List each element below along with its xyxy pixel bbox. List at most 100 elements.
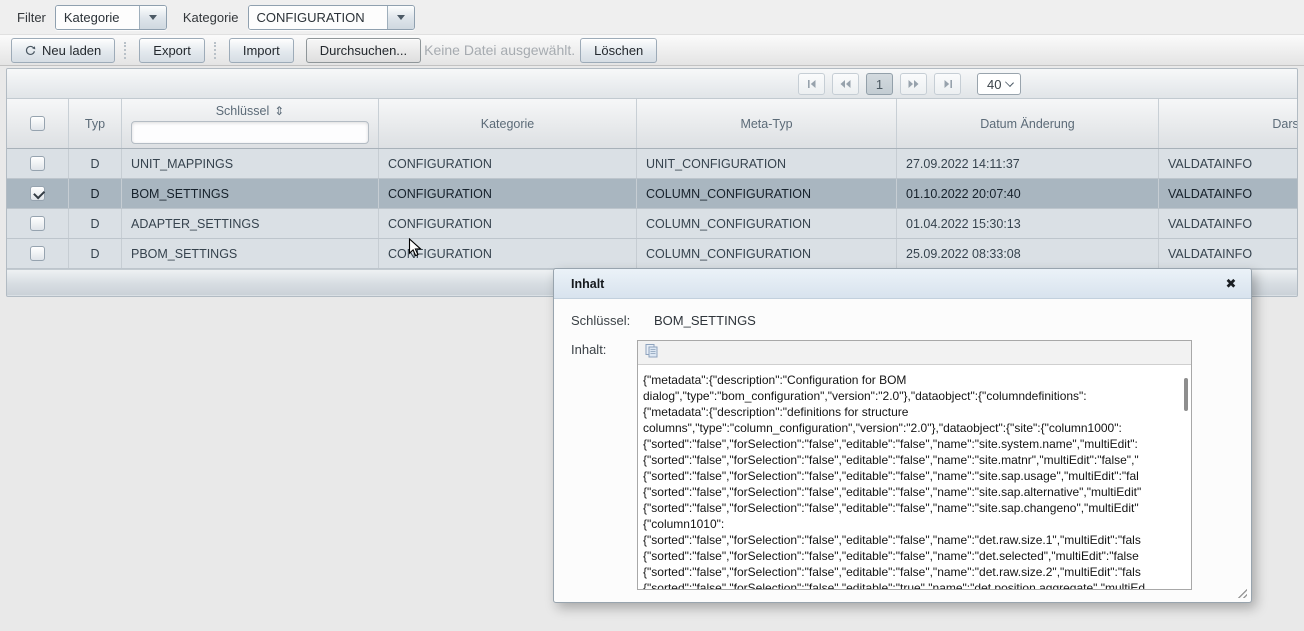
browse-file-button[interactable]: Durchsuchen... [306, 38, 421, 63]
reload-button-label: Neu laden [42, 43, 101, 58]
cell-darstellung: VALDATAINFO [1159, 239, 1298, 268]
row-checkbox-cell [7, 179, 69, 208]
copy-icon[interactable] [644, 343, 659, 363]
row-checkbox-checked[interactable] [30, 186, 45, 201]
category-label: Kategorie [183, 10, 239, 25]
cell-meta-typ: COLUMN_CONFIGURATION [637, 209, 897, 238]
reload-button[interactable]: Neu laden [11, 38, 115, 63]
table-row[interactable]: D PBOM_SETTINGS CONFIGURATION COLUMN_CON… [7, 239, 1297, 269]
content-json-text[interactable]: {"metadata":{"description":"Configuratio… [638, 366, 1183, 589]
row-checkbox[interactable] [30, 216, 45, 231]
current-page-button[interactable]: 1 [866, 73, 893, 95]
cell-meta-typ: UNIT_CONFIGURATION [637, 149, 897, 178]
row-checkbox[interactable] [30, 246, 45, 261]
dialog-key-row: Schlüssel: BOM_SETTINGS [571, 313, 756, 328]
page-size-select[interactable]: 40 [977, 73, 1021, 95]
dropdown-arrow-button[interactable] [139, 6, 166, 29]
import-button[interactable]: Import [229, 38, 294, 63]
select-all-checkbox[interactable] [30, 116, 45, 131]
export-button[interactable]: Export [139, 38, 205, 63]
cell-typ: D [69, 239, 122, 268]
cell-kategorie: CONFIGURATION [379, 179, 637, 208]
delete-button-label: Löschen [594, 43, 643, 58]
toolbar-separator [124, 42, 128, 59]
cell-kategorie: CONFIGURATION [379, 149, 637, 178]
dropdown-arrow-button[interactable] [387, 6, 414, 29]
import-button-label: Import [243, 43, 280, 58]
filter-type-dropdown-value: Kategorie [56, 6, 139, 29]
column-header-datum-aenderung[interactable]: Datum Änderung [897, 99, 1159, 148]
browse-button-label: Durchsuchen... [320, 43, 407, 58]
first-page-icon [806, 79, 818, 89]
pager: 1 40 [798, 73, 1021, 95]
no-file-selected-text: Keine Datei ausgewählt. [424, 42, 575, 58]
schluessel-label: Schlüssel: [571, 313, 637, 328]
data-grid-panel: 1 40 Typ Schlüssel [6, 68, 1298, 297]
table-row-selected[interactable]: D BOM_SETTINGS CONFIGURATION COLUMN_CONF… [7, 179, 1297, 209]
content-toolbar [638, 341, 1191, 365]
table-header-row: Typ Schlüssel ⇕ Kategorie Meta-Typ Datum… [7, 99, 1297, 149]
cell-datum-aenderung: 25.09.2022 08:33:08 [897, 239, 1159, 268]
filter-label: Filter [17, 10, 46, 25]
main-toolbar: Neu laden Export Import Durchsuchen... K… [0, 34, 1304, 66]
row-checkbox-cell [7, 239, 69, 268]
category-dropdown[interactable]: CONFIGURATION [248, 5, 415, 30]
schluessel-filter-input[interactable] [131, 121, 369, 144]
pagination-bar: 1 40 [7, 69, 1297, 99]
inhalt-label: Inhalt: [571, 342, 606, 357]
cell-typ: D [69, 149, 122, 178]
last-page-button[interactable] [934, 73, 961, 95]
dialog-titlebar[interactable]: Inhalt ✖ [554, 269, 1251, 299]
chevron-down-icon [1005, 78, 1014, 87]
content-textarea[interactable]: {"metadata":{"description":"Configuratio… [637, 340, 1192, 590]
dialog-resize-grip[interactable] [1236, 587, 1247, 598]
toolbar-separator [214, 42, 218, 59]
cell-darstellung: VALDATAINFO [1159, 209, 1298, 238]
first-page-button[interactable] [798, 73, 825, 95]
cell-darstellung: VALDATAINFO [1159, 149, 1298, 178]
chevron-down-icon [149, 15, 157, 20]
previous-page-icon [839, 79, 852, 89]
page-size-value: 40 [987, 77, 1001, 92]
cell-schluessel: BOM_SETTINGS [122, 179, 379, 208]
column-header-darstellung[interactable]: Darstellung [1159, 99, 1298, 148]
table-row[interactable]: D UNIT_MAPPINGS CONFIGURATION UNIT_CONFI… [7, 149, 1297, 179]
app-window: Filter Kategorie Kategorie CONFIGURATION… [0, 0, 1304, 631]
column-header-schluessel[interactable]: Schlüssel ⇕ [122, 99, 379, 148]
table-row[interactable]: D ADAPTER_SETTINGS CONFIGURATION COLUMN_… [7, 209, 1297, 239]
refresh-icon [25, 45, 36, 56]
column-header-kategorie[interactable]: Kategorie [379, 99, 637, 148]
last-page-icon [942, 79, 954, 89]
cell-typ: D [69, 179, 122, 208]
schluessel-value: BOM_SETTINGS [654, 313, 756, 328]
previous-page-button[interactable] [832, 73, 859, 95]
dialog-title: Inhalt [571, 277, 1223, 291]
cell-meta-typ: COLUMN_CONFIGURATION [637, 179, 897, 208]
cell-schluessel: ADAPTER_SETTINGS [122, 209, 379, 238]
column-header-schluessel-label: Schlüssel [216, 104, 270, 118]
arrow-cursor-icon [408, 238, 426, 258]
row-checkbox-cell [7, 209, 69, 238]
next-page-button[interactable] [900, 73, 927, 95]
column-header-typ[interactable]: Typ [69, 99, 122, 148]
delete-button[interactable]: Löschen [580, 38, 657, 63]
next-page-icon [907, 79, 920, 89]
cell-darstellung: VALDATAINFO [1159, 179, 1298, 208]
textarea-scrollbar-thumb[interactable] [1184, 378, 1188, 411]
cell-datum-aenderung: 01.10.2022 20:07:40 [897, 179, 1159, 208]
filter-bar: Filter Kategorie Kategorie CONFIGURATION [0, 0, 1304, 34]
cell-meta-typ: COLUMN_CONFIGURATION [637, 239, 897, 268]
mouse-cursor [408, 238, 426, 263]
cell-datum-aenderung: 01.04.2022 15:30:13 [897, 209, 1159, 238]
select-all-header-cell [7, 99, 69, 148]
inhalt-dialog: Inhalt ✖ Schlüssel: BOM_SETTINGS Inhalt: [553, 268, 1252, 603]
close-icon[interactable]: ✖ [1223, 276, 1239, 292]
cell-typ: D [69, 209, 122, 238]
filter-type-dropdown[interactable]: Kategorie [55, 5, 167, 30]
row-checkbox-cell [7, 149, 69, 178]
cell-kategorie: CONFIGURATION [379, 209, 637, 238]
chevron-down-icon [397, 15, 405, 20]
row-checkbox[interactable] [30, 156, 45, 171]
column-header-meta-typ[interactable]: Meta-Typ [637, 99, 897, 148]
sort-icon[interactable]: ⇕ [274, 104, 284, 118]
